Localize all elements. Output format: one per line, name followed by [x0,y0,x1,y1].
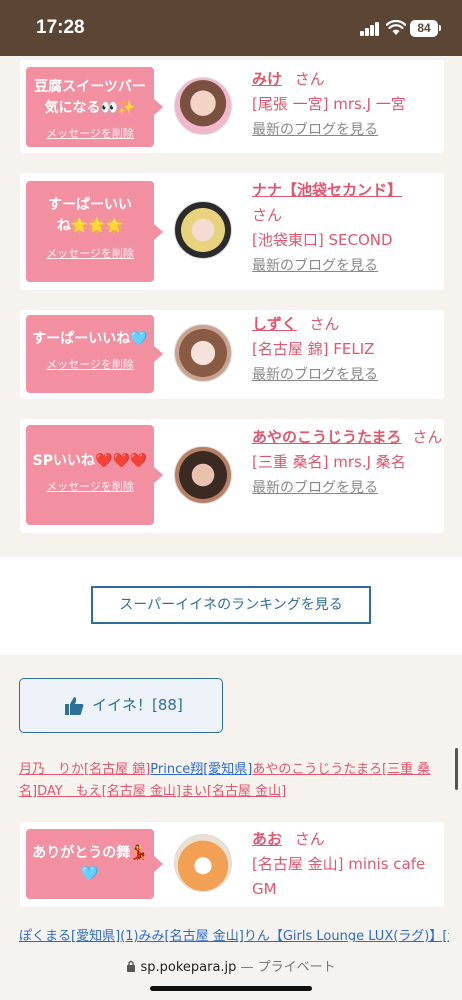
avatar[interactable] [174,201,232,259]
shop-label: [三重 桑名] mrs.J 桑名 [252,453,406,471]
blog-link[interactable]: 最新のブログを見る [252,122,378,138]
liker-link[interactable]: Prince翔[愛知県] [150,762,252,777]
battery-icon: 84 [410,20,438,37]
girl-name-link[interactable]: ナナ【池袋セカンド】 [252,181,402,199]
card-info: しずく さん [名古屋 錦] FELIZ 最新のブログを見る [252,312,442,388]
honorific: さん [294,830,325,848]
card-info: みけ さん [尾張 一宮] mrs.J 一宮 最新のブログを見る [252,67,442,143]
cellular-signal-icon [360,22,380,36]
honorific: さん [412,428,443,446]
liker-link[interactable]: まい[名古屋 金山] [181,784,286,799]
likers-list: 月乃 りか[名古屋 錦]Prince翔[愛知県]あやのこうじうたまろ[三重 桑名… [19,759,444,803]
message-bubble: すーぱーいいね🩵 メッセージを削除 [26,315,163,393]
like-count: [88] [152,696,183,714]
message-card: 豆腐スイーツバー気になる👀✨ メッセージを削除 みけ さん [尾張 一宮] mr… [20,60,444,153]
message-bubble: SPいいね❤️❤️❤️ メッセージを削除 [26,425,163,525]
shop-label: [名古屋 金山] minis cafe GM [252,855,426,898]
like-button[interactable]: イイネ！[88] [19,678,223,733]
blog-link[interactable]: 最新のブログを見る [252,480,378,496]
delete-message-link[interactable]: メッセージを削除 [26,356,154,372]
message-card: すーぱーいいね🩵 メッセージを削除 しずく さん [名古屋 錦] FELIZ 最… [20,310,444,399]
blog-link[interactable]: 最新のブログを見る [252,258,378,274]
liker-link[interactable]: DAY もえ[名古屋 金山] [37,784,181,799]
ranking-section: スーパーイイネのランキングを見る [0,557,462,655]
message-text: すーぱーいいね🌟🌟🌟 [48,197,132,234]
blog-link[interactable]: 最新のブログを見る [252,367,378,383]
home-indicator[interactable] [150,986,312,991]
super-like-ranking-button[interactable]: スーパーイイネのランキングを見る [91,586,371,624]
message-card: SPいいね❤️❤️❤️ メッセージを削除 あやのこうじうたまろ さん [三重 桑… [20,419,444,533]
delete-message-link[interactable]: メッセージを削除 [26,125,154,141]
shop-label: [尾張 一宮] mrs.J 一宮 [252,95,406,113]
message-card: すーぱーいいね🌟🌟🌟 メッセージを削除 ナナ【池袋セカンド】 さん [池袋東口]… [20,173,444,290]
delete-message-link[interactable]: メッセージを削除 [26,478,154,494]
girl-name-link[interactable]: あやのこうじうたまろ [252,428,402,446]
lock-icon [127,960,136,972]
avatar[interactable] [174,324,232,382]
honorific: さん [252,206,283,224]
girl-name-link[interactable]: しずく [252,315,297,333]
card-info: あお さん [名古屋 金山] minis cafe GM [252,827,442,902]
like-label: イイネ！ [92,696,153,714]
status-time: 17:28 [36,17,85,38]
scrollbar[interactable] [455,748,458,790]
message-bubble: すーぱーいいね🌟🌟🌟 メッセージを削除 [26,181,163,282]
girl-name-link[interactable]: みけ [252,70,282,88]
url-domain: sp.pokepara.jp [140,960,237,975]
card-info: ナナ【池袋セカンド】 さん [池袋東口] SECOND 最新のブログを見る [252,178,442,279]
message-text: すーぱーいいね🩵 [32,331,148,347]
avatar[interactable] [174,834,232,892]
shop-label: [名古屋 錦] FELIZ [252,340,375,358]
liker-link[interactable]: 月乃 りか[名古屋 錦] [19,762,150,777]
girl-name-link[interactable]: あお [252,830,282,848]
browser-address-bar[interactable]: sp.pokepara.jp — プライベート [0,942,462,1000]
message-bubble: ありがとうの舞💃🩵 [26,829,163,899]
honorific: さん [294,70,325,88]
message-text: SPいいね❤️❤️❤️ [32,453,148,469]
card-info: あやのこうじうたまろ さん [三重 桑名] mrs.J 桑名 最新のブログを見る [252,425,444,501]
message-text: ありがとうの舞💃🩵 [32,845,148,882]
message-text: 豆腐スイーツバー気になる👀✨ [34,79,146,116]
avatar[interactable] [174,77,232,135]
shop-label: [池袋東口] SECOND [252,231,393,249]
wifi-icon [386,20,406,35]
thumbs-up-icon [65,697,84,715]
message-bubble: 豆腐スイーツバー気になる👀✨ メッセージを削除 [26,67,163,147]
delete-message-link[interactable]: メッセージを削除 [26,245,154,261]
avatar[interactable] [174,446,232,504]
status-bar: 17:28 84 [0,0,462,56]
honorific: さん [309,315,340,333]
private-label: — プライベート [240,960,336,975]
message-card: ありがとうの舞💃🩵 あお さん [名古屋 金山] minis cafe GM [20,822,444,907]
